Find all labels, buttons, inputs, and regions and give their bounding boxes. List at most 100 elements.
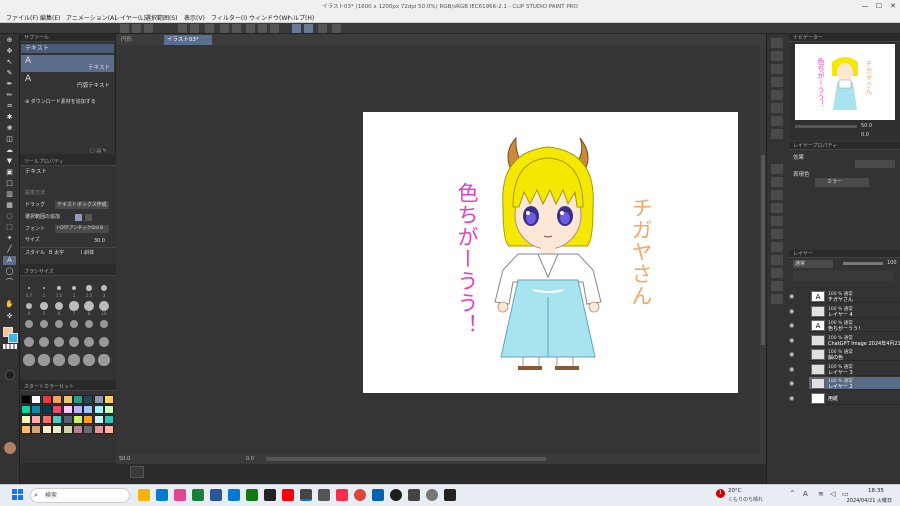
frame-tool-icon[interactable]: ▥ [3,190,16,199]
menu-view[interactable]: 表示(V) [184,13,205,22]
add-mode-button[interactable] [85,214,92,221]
navigator-zoom[interactable]: 50.0 [861,123,872,129]
color-swatch[interactable] [41,415,52,424]
color-swatch[interactable] [41,405,52,414]
clear-icon[interactable] [205,24,214,33]
brush-tool-icon[interactable]: ♒ [3,102,16,111]
clock-time[interactable]: 18:35 [868,488,884,494]
color-swatch[interactable] [62,405,73,414]
transform-icon[interactable] [232,24,241,33]
navigator-rotate[interactable]: 0.0 [861,132,869,138]
pencil-tool-icon[interactable]: ✏ [3,91,16,100]
brush-size-dot[interactable] [23,354,35,366]
zoom-tool-icon[interactable]: ⊕ [3,36,16,45]
dock-icon[interactable] [771,129,783,139]
color-swatch[interactable] [83,405,94,414]
color-swatch[interactable] [41,425,52,434]
snap-grid-icon[interactable] [318,24,327,33]
snap-ruler-icon[interactable] [292,24,301,33]
color-swatch[interactable] [62,415,73,424]
maximize-button[interactable]: ☐ [872,0,886,12]
edge-dev-icon[interactable] [192,489,204,501]
brush-size-cell[interactable]: 6 [52,300,66,316]
subtool-footer-icons[interactable]: ▢ ▤ ✎ [90,148,114,154]
color-swatch[interactable] [21,415,31,424]
decoration-tool-icon[interactable]: ❀ [3,124,16,133]
color-swatch[interactable] [73,415,83,424]
blend-mode-select[interactable]: 通常 [793,260,833,268]
brush-size-dot[interactable] [54,337,64,347]
new-icon[interactable] [120,24,129,33]
open-icon[interactable] [132,24,141,33]
brush-size-cell[interactable]: 0.7 [22,282,36,298]
brush-size-dot[interactable] [84,319,94,329]
color-swatch[interactable] [83,415,94,424]
save-icon[interactable] [144,24,153,33]
font-select[interactable]: I-OTFアンチックStd B [55,225,109,233]
dock-icon[interactable] [771,203,783,213]
dock-icon[interactable] [771,255,783,265]
canvas-quick-icon[interactable] [130,466,144,478]
calendar-icon[interactable] [228,489,240,501]
app-icon[interactable] [408,489,420,501]
operation-tool-icon[interactable]: ↖ [3,58,16,67]
navigator-preview[interactable]: チガヤさん 色ちがーうう！ [795,44,895,120]
app-icon[interactable] [444,489,456,501]
app-icon[interactable] [318,489,330,501]
dock-icon[interactable] [771,216,783,226]
color-swatch[interactable] [31,425,42,434]
brush-size-cell[interactable]: 2 [67,282,81,298]
vector-snap-icon[interactable] [332,24,341,33]
brush-size-cell[interactable]: 4 [22,300,36,316]
chrome-icon[interactable] [354,489,366,501]
eraser-tool-icon[interactable]: ◫ [3,135,16,144]
color-swatch[interactable] [93,425,104,434]
brush-size-dot[interactable] [99,319,109,329]
layer-toolbar[interactable] [793,271,893,281]
minimize-button[interactable]: — [858,0,872,12]
opacity-value[interactable]: 100 [887,260,897,266]
dock-icon[interactable] [771,38,783,48]
brush-size-dot[interactable] [83,354,95,366]
brush-size-dot[interactable] [98,354,110,366]
taskbar-search[interactable]: 検索 [30,488,130,503]
brush-size-cell[interactable]: 10 [97,300,111,316]
music-icon[interactable] [336,489,348,501]
lasso-tool-icon[interactable]: ◌ [3,212,16,221]
color-swatch[interactable] [83,425,94,434]
scrollbar-thumb[interactable] [761,155,765,345]
layer-row[interactable]: ◉ 100 % 通常 ChatGPT Image 2024年4月21日 [789,334,900,347]
menu-animation[interactable]: アニメーション(A) [66,13,117,22]
brush-size-cell[interactable]: 1 [37,282,51,298]
eyedropper-tool-icon[interactable]: ✎ [3,69,16,78]
drawing-canvas[interactable]: チガヤさん 色ちがーうう！ [363,112,738,393]
undo-icon[interactable] [178,24,187,33]
gradient-tool-icon[interactable]: ▣ [3,168,16,177]
layer-visibility-icon[interactable]: ◉ [789,308,797,316]
layer-visibility-icon[interactable]: ◉ [789,380,797,388]
clip-studio-icon[interactable] [300,489,312,501]
sub-color-swatch[interactable] [8,333,18,343]
color-swatch[interactable] [52,425,63,434]
close-button[interactable]: ✕ [886,0,900,12]
color-swatch[interactable] [73,395,83,404]
auto-select-tool-icon[interactable]: ✦ [3,234,16,243]
dock-icon[interactable] [771,229,783,239]
terminal-icon[interactable] [264,489,276,501]
brush-size-dot[interactable] [24,319,34,329]
bold-toggle[interactable]: B 太字 [49,248,64,258]
layer-row[interactable]: ◉ 100 % 通常 レイヤー 3 [789,363,900,376]
brush-size-dot[interactable] [84,337,94,347]
color-swatch[interactable] [73,425,83,434]
deselect-icon[interactable] [246,24,255,33]
balloon-tool-icon[interactable]: ◯ [3,267,16,276]
brush-size-dot[interactable] [99,337,109,347]
color-swatch[interactable] [62,395,73,404]
chatgpt-icon[interactable] [426,489,438,501]
weather-text[interactable]: くもりのち晴れ [728,496,763,503]
drag-select[interactable]: テキストボックス作成 [55,201,109,209]
dock-icon[interactable] [771,90,783,100]
color-swatch[interactable] [93,395,104,404]
dock-icon[interactable] [771,51,783,61]
color-swatch[interactable] [41,395,52,404]
